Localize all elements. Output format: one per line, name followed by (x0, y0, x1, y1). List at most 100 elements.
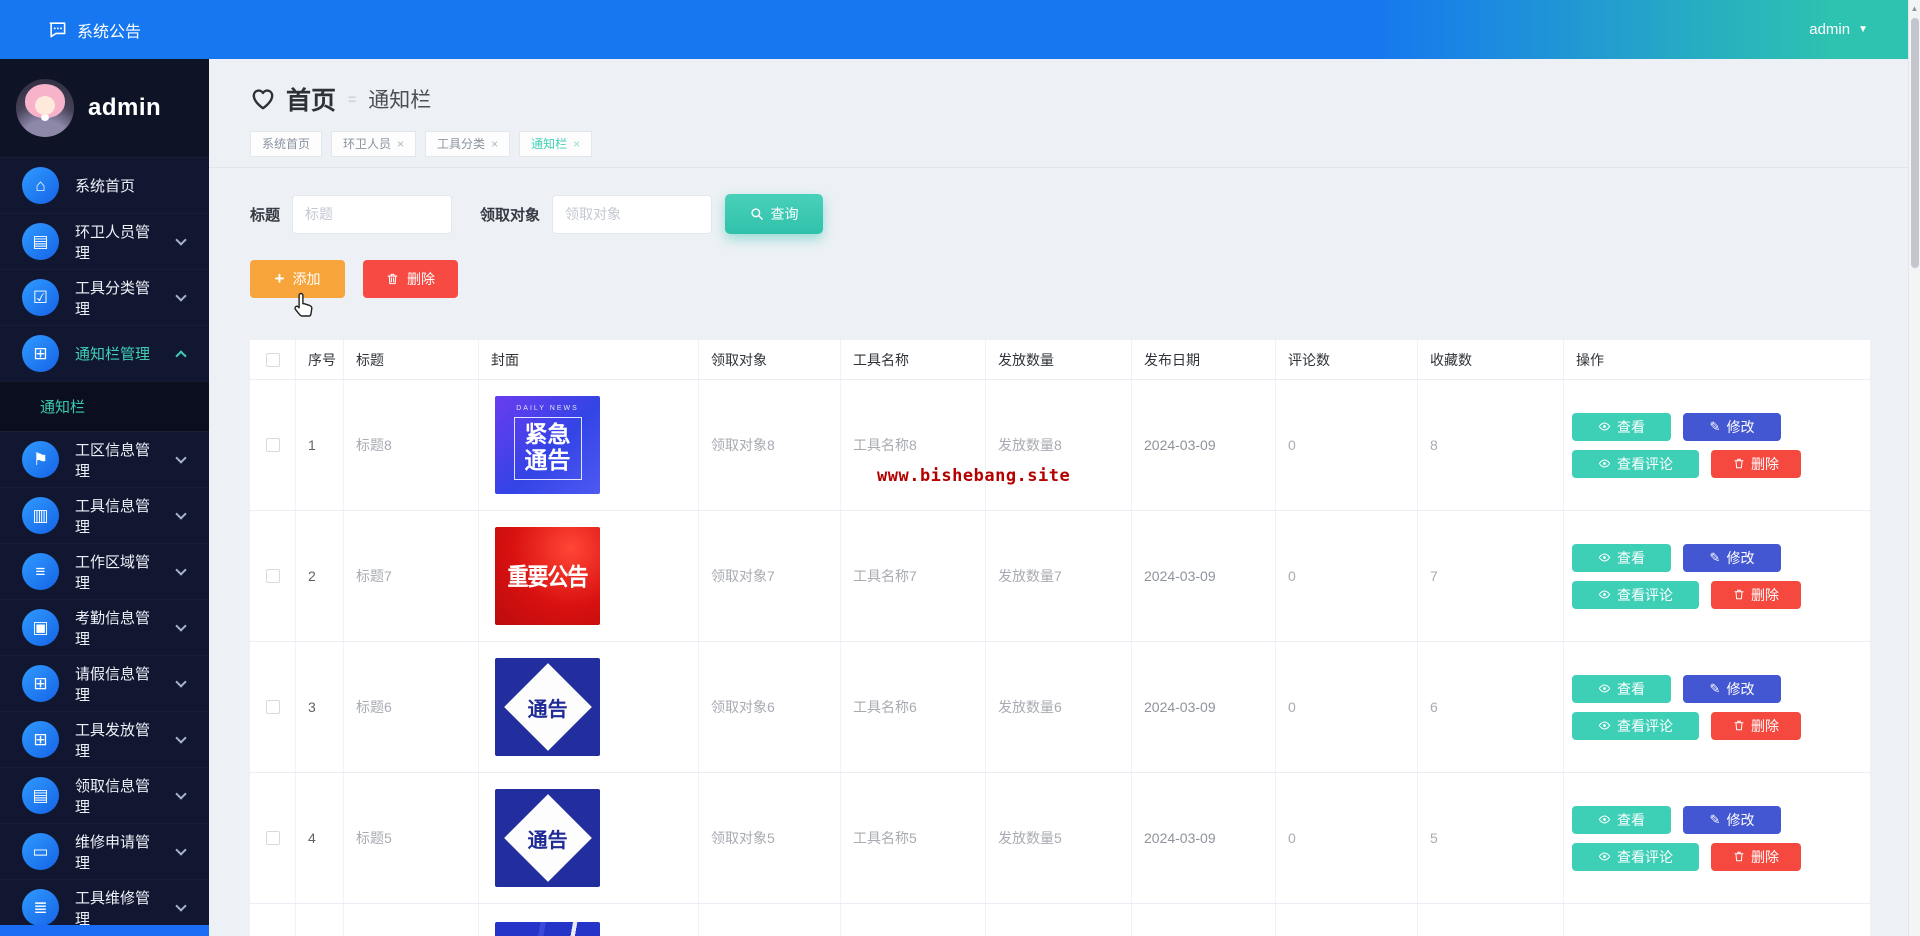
recipient-input[interactable] (552, 194, 713, 234)
tab-tool-category[interactable]: 工具分类 × (425, 131, 511, 157)
trash-icon (1733, 850, 1745, 863)
cell-cover: 重要公告 (479, 511, 699, 641)
row-checkbox[interactable] (265, 831, 280, 845)
tab-close-icon[interactable]: × (491, 132, 498, 156)
chevron-down-icon (175, 563, 187, 576)
sidebar-item-tool-info[interactable]: ▥ 工具信息管理 (0, 487, 209, 543)
row-delete-button[interactable]: 删除 (1711, 449, 1801, 478)
row-checkbox[interactable] (265, 700, 280, 714)
tab-system-home[interactable]: 系统首页 (250, 131, 323, 157)
view-comments-button[interactable]: 查看评论 (1572, 711, 1699, 740)
sidebar-item-repair-request[interactable]: ▭ 维修申请管理 (0, 823, 209, 879)
chevron-down-icon (175, 787, 187, 800)
view-comments-button[interactable]: 查看评论 (1572, 842, 1699, 871)
view-button[interactable]: 查看 (1572, 412, 1671, 441)
view-button[interactable]: 查看 (1572, 674, 1671, 703)
scrollbar-thumb[interactable] (1911, 18, 1919, 268)
row-checkbox[interactable] (265, 569, 280, 583)
query-button[interactable]: 查询 (725, 194, 824, 234)
header-cell: 工具名称 (841, 340, 986, 379)
row-delete-button[interactable]: 删除 (1711, 842, 1801, 871)
cell-recipient: 领取对象8 (699, 380, 841, 510)
tab-close-icon[interactable]: × (397, 132, 404, 156)
cover-image-notice: 通告 (495, 789, 600, 887)
edit-button[interactable]: ✎ 修改 (1683, 805, 1781, 834)
sidebar-item-label: 考勤信息管理 (75, 609, 151, 648)
view-comments-button-label: 查看评论 (1617, 717, 1673, 734)
user-menu[interactable]: admin ▼ (1809, 21, 1868, 38)
sidebar-item-attendance-info[interactable]: ▣ 考勤信息管理 (0, 599, 209, 655)
cell-favorite-count: 5 (1418, 773, 1564, 903)
home-icon: ⌂ (22, 167, 59, 204)
plus-icon: + (274, 269, 285, 288)
row-checkbox[interactable] (265, 438, 280, 452)
action-line-2: 查看评论 删除 (1572, 449, 1801, 478)
sidebar-item-notice-board[interactable]: ⊞ 通知栏管理 (0, 325, 209, 381)
sidebar-item-tool-issue[interactable]: ⊞ 工具发放管理 (0, 711, 209, 767)
cell-recipient: 领取对象6 (699, 642, 841, 772)
title-input[interactable] (292, 194, 453, 234)
breadcrumb-home[interactable]: 首页 (286, 81, 336, 117)
cell-index: 2 (296, 511, 344, 641)
view-button[interactable]: 查看 (1572, 543, 1671, 572)
cell-comment-count (1276, 904, 1418, 936)
tab-label: 工具分类 (437, 137, 486, 151)
delete-button-label: 删除 (407, 271, 435, 287)
caret-down-icon: ▼ (1858, 24, 1868, 35)
grid-icon: ⊞ (22, 665, 59, 702)
sidebar-item-leave-info[interactable]: ⊞ 请假信息管理 (0, 655, 209, 711)
sidebar-subitem-notice-board-sub[interactable]: 通知栏 (0, 381, 209, 431)
edit-button[interactable]: ✎ 修改 (1683, 674, 1781, 703)
avatar[interactable] (16, 79, 74, 137)
row-delete-button[interactable]: 删除 (1711, 580, 1801, 609)
chevron-down-icon (175, 675, 187, 688)
sidebar-item-tool-category[interactable]: ☑ 工具分类管理 (0, 269, 209, 325)
view-button[interactable]: 查看 (1572, 805, 1671, 834)
edit-button-label: 修改 (1726, 549, 1755, 566)
tab-notice-board[interactable]: 通知栏 × (519, 131, 593, 157)
cell-quantity: 发放数量8 (986, 380, 1132, 510)
sidebar-item-system-home[interactable]: ⌂ 系统首页 (0, 157, 209, 213)
sidebar-item-label: 系统首页 (75, 178, 136, 195)
page-scrollbar[interactable]: ▲ (1908, 0, 1920, 936)
cell-quantity: 发放数量5 (986, 773, 1132, 903)
tab-sanitation-staff[interactable]: 环卫人员 × (331, 131, 417, 157)
sidebar-item-work-area-info[interactable]: ⚑ 工区信息管理 (0, 431, 209, 487)
header-cell: 发放数量 (986, 340, 1132, 379)
edit-button[interactable]: ✎ 修改 (1683, 412, 1781, 441)
cell-actions: 查看 ✎ 修改查看评论 删除 (1564, 380, 1870, 510)
cover-title-text: 重要公告 (507, 564, 589, 591)
topbar-announcement[interactable]: 系统公告 (48, 18, 141, 42)
cell-publish-date: 2024-03-09 (1132, 642, 1276, 772)
tab-close-icon[interactable]: × (573, 132, 580, 156)
select-all-checkbox[interactable] (265, 352, 280, 367)
header-checkbox-cell (250, 340, 296, 379)
sliders-icon: ≣ (22, 889, 59, 926)
trash-icon (1733, 588, 1745, 601)
book-icon: ▤ (22, 777, 59, 814)
sidebar-item-sanitation-staff[interactable]: ▤ 环卫人员管理 (0, 213, 209, 269)
profile-name: admin (88, 94, 162, 121)
cover-image-partial (495, 922, 600, 936)
sidebar-item-label: 工具发放管理 (75, 721, 151, 760)
cell-index (296, 904, 344, 936)
view-comments-button[interactable]: 查看评论 (1572, 449, 1699, 478)
sidebar-item-receive-info[interactable]: ▤ 领取信息管理 (0, 767, 209, 823)
pencil-icon: ✎ (1709, 812, 1721, 827)
view-button-label: 查看 (1617, 680, 1645, 697)
sidebar-item-label: 工具维修管理 (75, 889, 151, 928)
view-comments-button[interactable]: 查看评论 (1572, 580, 1699, 609)
delete-button[interactable]: 删除 (363, 260, 458, 298)
action-line-1: 查看 ✎ 修改 (1572, 412, 1801, 441)
header-cell: 收藏数 (1418, 340, 1564, 379)
monitor-icon: ▭ (22, 833, 59, 870)
header-cell: 封面 (479, 340, 699, 379)
edit-button[interactable]: ✎ 修改 (1683, 543, 1781, 572)
notice-table: 序号 标题 封面 领取对象 工具名称 发放数量 发布日期 评论数 收藏数 操作 1 标题8 DAILY… (250, 340, 1870, 936)
row-delete-button[interactable]: 删除 (1711, 711, 1801, 740)
sidebar-item-label: 通知栏管理 (75, 346, 151, 363)
chevron-down-icon (175, 619, 187, 632)
sidebar-item-work-region[interactable]: ≡ 工作区域管理 (0, 543, 209, 599)
username: admin (1809, 21, 1851, 38)
cell-favorite-count: 8 (1418, 380, 1564, 510)
